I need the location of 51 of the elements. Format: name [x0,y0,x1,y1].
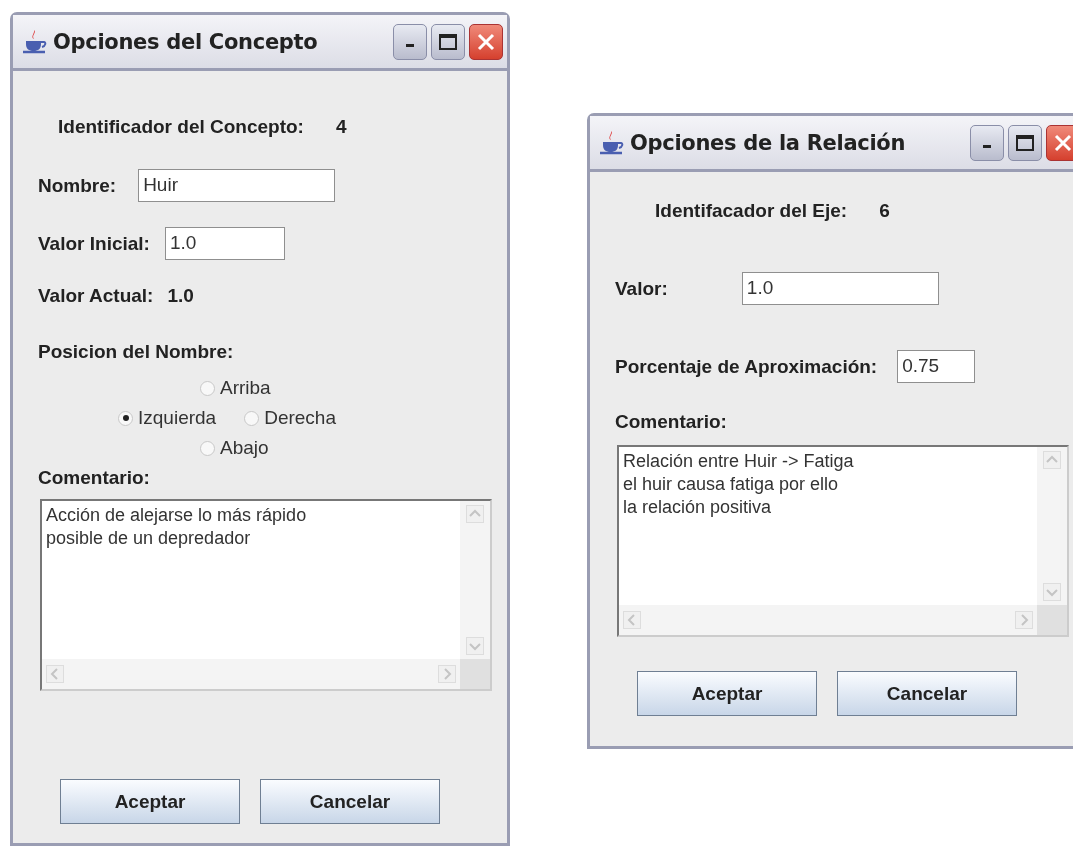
horizontal-scrollbar[interactable] [619,605,1037,635]
scroll-down-icon[interactable] [1043,583,1061,601]
section-label: Comentario: [38,467,150,489]
window-title: Opciones de la Relación [630,130,906,155]
vertical-scrollbar[interactable] [1037,447,1067,605]
minimize-icon [406,44,414,47]
scroll-up-icon[interactable] [1043,451,1061,469]
scroll-left-icon[interactable] [623,611,641,629]
text-field[interactable]: 1.0 [741,272,939,305]
maximize-icon [1015,133,1035,152]
window-title: Opciones del Concepto [53,29,318,54]
field-label: Identifacador del Eje: [655,200,848,222]
id-value: 4 [335,116,347,138]
dialog-button[interactable]: Cancelar [260,779,440,824]
field-label: Valor: [615,277,668,300]
dialog-button[interactable]: Cancelar [837,671,1017,716]
section-label: Posicion del Nombre: [38,341,234,363]
minimize-icon [983,145,991,148]
field-label: Valor Inicial: [38,232,150,255]
field-label: Porcentaje de Aproximación: [615,355,878,378]
text-field[interactable]: 0.75 [897,350,976,383]
close-icon [476,31,496,52]
scroll-right-icon[interactable] [438,665,456,683]
radio-option[interactable]: Arriba [200,377,271,399]
close-button[interactable] [1046,124,1073,161]
field-label: Nombre: [38,174,117,197]
id-value: 6 [879,200,890,222]
maximize-icon [438,32,458,51]
close-button[interactable] [469,23,503,60]
scroll-left-icon[interactable] [46,665,64,683]
maximize-button[interactable] [431,23,465,60]
radio-option[interactable]: Derecha [244,407,336,429]
vertical-scrollbar[interactable] [460,501,490,659]
close-icon [1053,132,1073,153]
scroll-right-icon[interactable] [1015,611,1033,629]
current-value: 1.0 [167,285,194,307]
dialog-button[interactable]: Aceptar [637,671,817,716]
scrollbar-corner [1037,605,1067,635]
radio-option[interactable]: Abajo [200,437,269,459]
radio-option[interactable]: Izquierda [118,407,217,429]
horizontal-scrollbar[interactable] [42,659,460,689]
field-label: Valor Actual: [38,285,154,307]
scroll-down-icon[interactable] [466,637,484,655]
text-field[interactable]: Huir [138,169,336,202]
scroll-up-icon[interactable] [466,505,484,523]
dialog-button[interactable]: Aceptar [60,779,240,824]
text-field[interactable]: 1.0 [164,227,285,260]
scrollbar-corner [460,659,490,689]
field-label: Identificador del Concepto: [58,116,304,138]
maximize-button[interactable] [1008,124,1042,161]
section-label: Comentario: [615,411,727,433]
